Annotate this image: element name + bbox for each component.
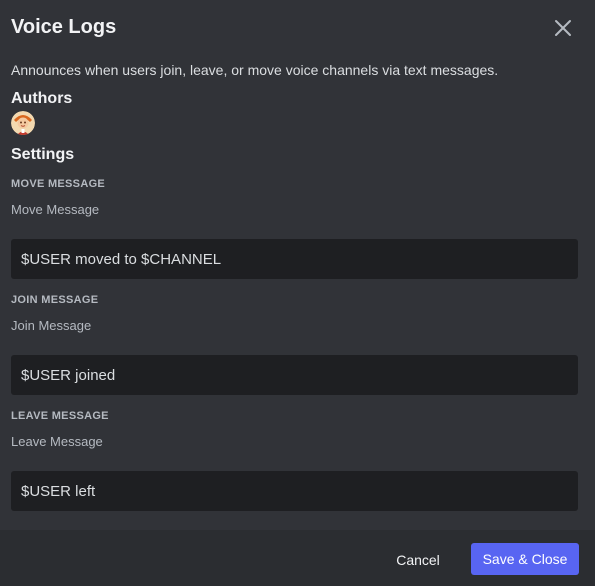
author-avatar[interactable] bbox=[11, 111, 35, 135]
modal-title: Voice Logs bbox=[11, 16, 117, 38]
move-message-note: Move Message bbox=[11, 202, 100, 217]
leave-message-note: Leave Message bbox=[11, 434, 103, 449]
leave-message-input[interactable] bbox=[11, 471, 578, 511]
settings-heading: Settings bbox=[11, 146, 75, 163]
modal-footer: Cancel Save & Close bbox=[0, 530, 595, 586]
avatar-image bbox=[11, 111, 35, 135]
close-icon bbox=[555, 20, 571, 36]
leave-message-label: LEAVE MESSAGE bbox=[11, 410, 109, 422]
plugin-description: Announces when users join, leave, or mov… bbox=[11, 62, 499, 78]
cancel-button[interactable]: Cancel bbox=[388, 544, 448, 576]
join-message-note: Join Message bbox=[11, 318, 92, 333]
close-button[interactable] bbox=[552, 17, 574, 39]
save-and-close-button[interactable]: Save & Close bbox=[471, 543, 579, 575]
plugin-settings-modal: Voice Logs Announces when users join, le… bbox=[0, 0, 595, 586]
move-message-input[interactable] bbox=[11, 239, 578, 279]
move-message-label: MOVE MESSAGE bbox=[11, 178, 106, 190]
join-message-input[interactable] bbox=[11, 355, 578, 395]
join-message-label: JOIN MESSAGE bbox=[11, 294, 99, 306]
authors-heading: Authors bbox=[11, 90, 73, 107]
